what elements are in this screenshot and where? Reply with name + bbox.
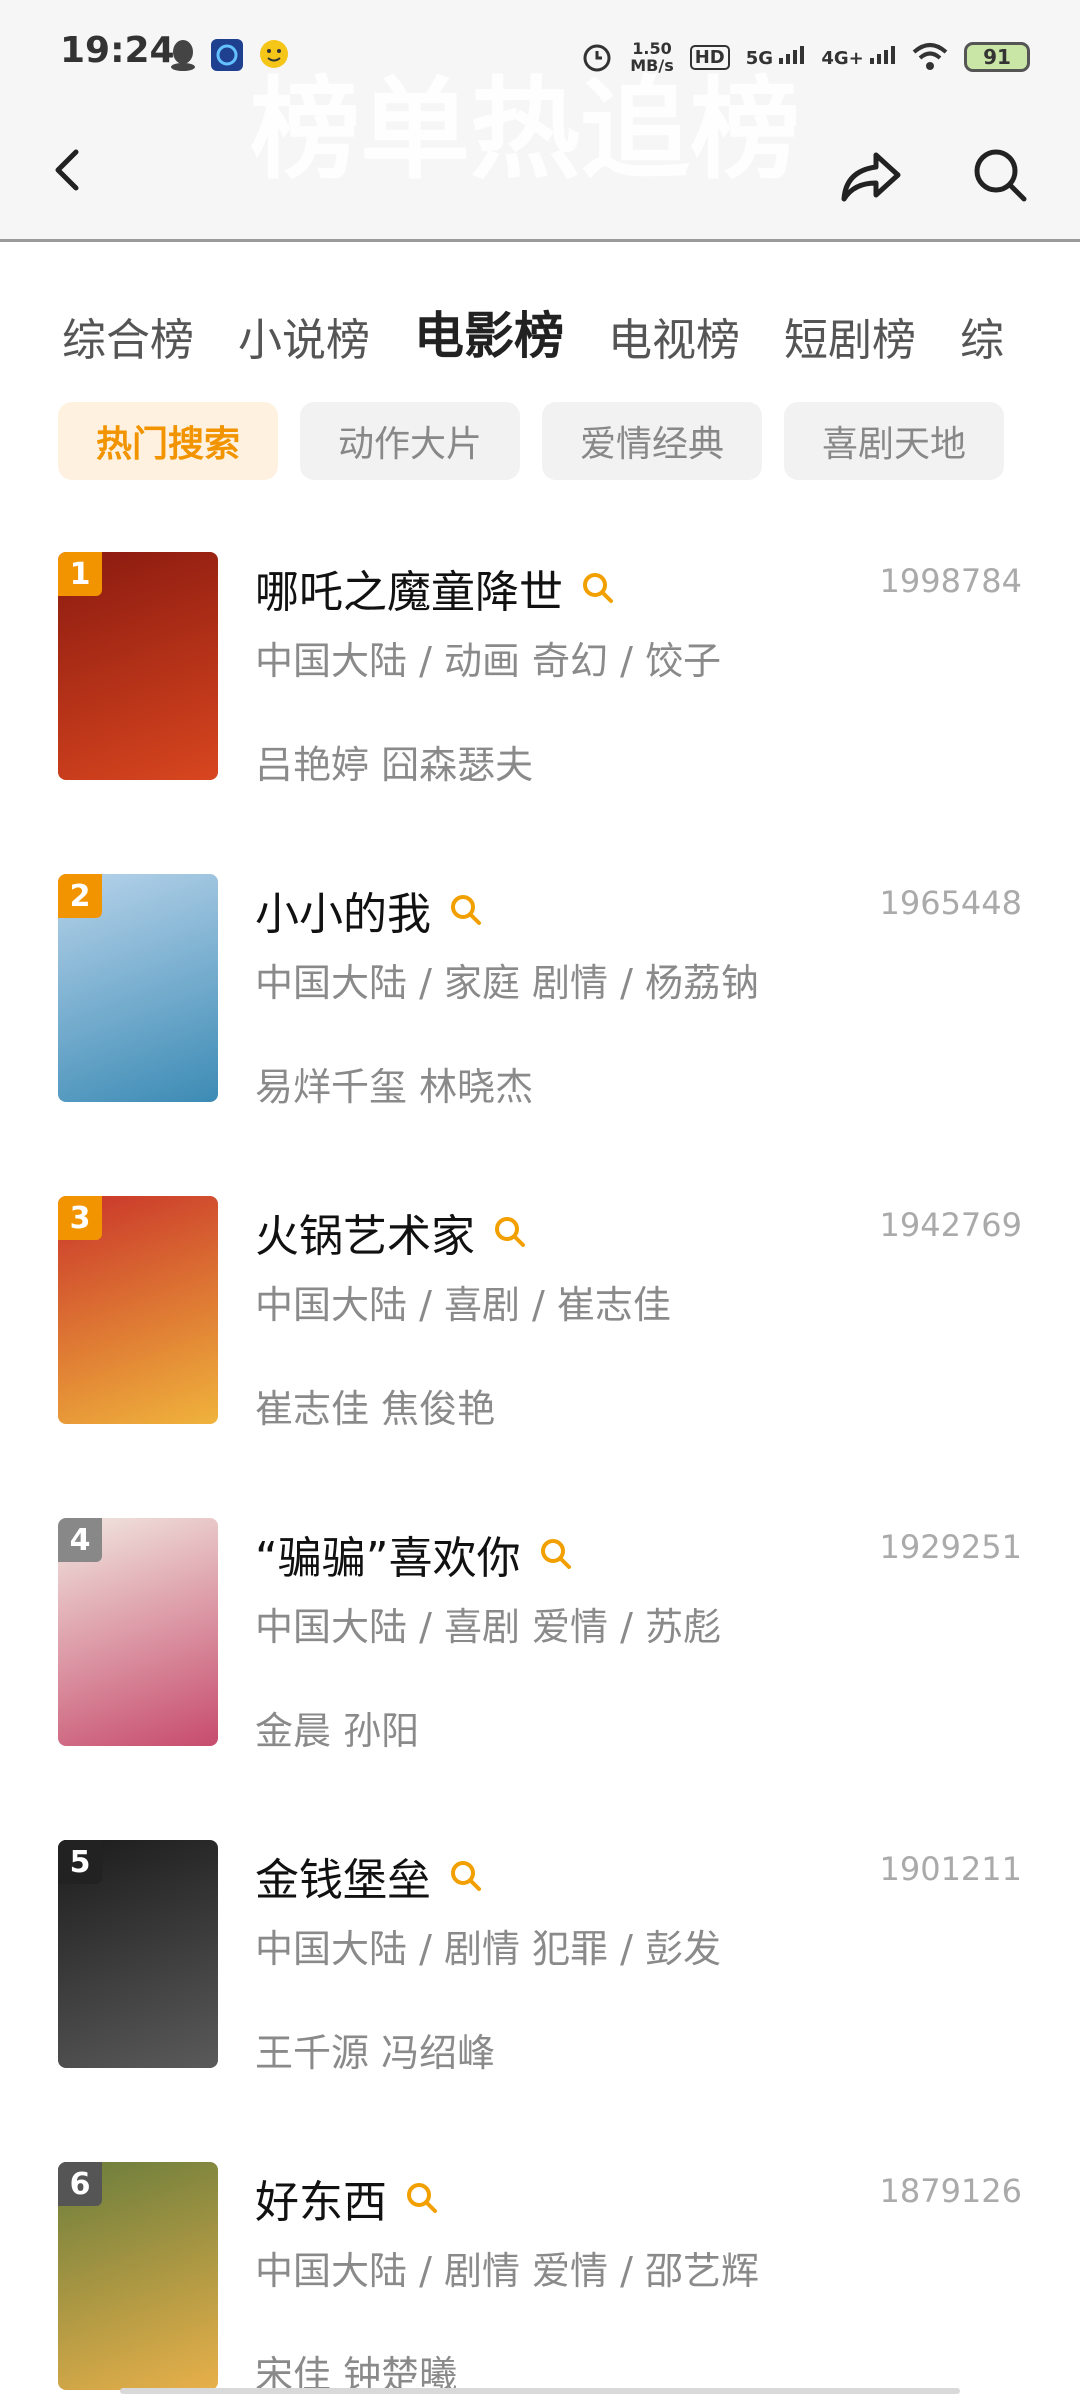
tab-category[interactable]: 小说榜	[238, 304, 370, 366]
filter-chip[interactable]: 动作大片	[300, 402, 520, 480]
tab-category[interactable]: 电影榜	[414, 296, 564, 366]
list-item[interactable]: 5 金钱堡垒 1901211 中国大陆 / 剧情 犯罪 / 彭发 王千源 冯绍峰	[0, 1840, 1080, 2162]
movie-ranking-list: 1 哪吒之魔童降世 1998784 中国大陆 / 动画 奇幻 / 饺子 吕艳婷 囧森瑟夫…	[0, 552, 1080, 2400]
title-line: 好东西	[255, 2166, 439, 2230]
battery-indicator: 91	[964, 42, 1030, 72]
movie-cast: 王千源 冯绍峰	[255, 2031, 496, 2075]
movie-meta: 中国大陆 / 动画 奇幻 / 饺子	[255, 639, 722, 683]
list-item[interactable]: 1 哪吒之魔童降世 1998784 中国大陆 / 动画 奇幻 / 饺子 吕艳婷 囧森瑟夫	[0, 552, 1080, 874]
hd-badge: HD	[689, 44, 730, 70]
tab-category[interactable]: 短剧榜	[784, 304, 916, 366]
movie-poster[interactable]: 2	[58, 874, 218, 1102]
title-line: “骗骗”喜欢你	[255, 1522, 573, 1586]
hot-score: 1998784	[879, 562, 1022, 600]
movie-cast: 易烊千玺 林晓杰	[255, 1065, 534, 1109]
movie-title[interactable]: 火锅艺术家	[255, 1200, 475, 1264]
hot-score: 1879126	[879, 2172, 1022, 2210]
tab-category[interactable]: 综合榜	[62, 304, 194, 366]
network-speed: 1.50 MB/s	[630, 39, 674, 75]
movie-meta: 中国大陆 / 家庭 剧情 / 杨荔钠	[255, 961, 760, 1005]
title-line: 金钱堡垒	[255, 1844, 483, 1908]
qq-icon	[171, 40, 195, 71]
movie-poster[interactable]: 1	[58, 552, 218, 780]
rank-badge: 6	[58, 2162, 102, 2206]
app-notification-icon	[211, 39, 243, 71]
hot-score: 1965448	[879, 884, 1022, 922]
app-header: 19:24 榜单热追榜 1.50 MB/s HD 5G 4G+ 91	[0, 0, 1080, 242]
title-line: 小小的我	[255, 878, 483, 942]
rank-badge: 4	[58, 1518, 102, 1562]
list-item[interactable]: 6 好东西 1879126 中国大陆 / 剧情 爱情 / 邵艺辉 宋佳 钟楚曦	[0, 2162, 1080, 2400]
movie-meta: 中国大陆 / 剧情 爱情 / 邵艺辉	[255, 2249, 760, 2293]
movie-title[interactable]: 好东西	[255, 2166, 387, 2230]
movie-title[interactable]: 金钱堡垒	[255, 1844, 431, 1908]
hot-score: 1901211	[879, 1850, 1022, 1888]
search-icon[interactable]	[581, 571, 615, 605]
movie-poster[interactable]: 3	[58, 1196, 218, 1424]
rank-badge: 3	[58, 1196, 102, 1240]
signal-icon	[779, 45, 805, 64]
movie-title[interactable]: 哪吒之魔童降世	[255, 556, 563, 620]
movie-meta: 中国大陆 / 喜剧 爱情 / 苏彪	[255, 1605, 722, 1649]
network-5g: 5G	[746, 45, 806, 69]
filter-chip[interactable]: 热门搜索	[58, 402, 278, 480]
movie-poster[interactable]: 5	[58, 1840, 218, 2068]
status-bar: 19:24 榜单热追榜 1.50 MB/s HD 5G 4G+ 91	[0, 0, 1080, 194]
movie-cast: 吕艳婷 囧森瑟夫	[255, 743, 534, 787]
rank-badge: 2	[58, 874, 102, 918]
tab-category[interactable]: 电视榜	[608, 304, 740, 366]
search-icon[interactable]	[449, 1859, 483, 1893]
movie-poster[interactable]: 6	[58, 2162, 218, 2390]
movie-meta: 中国大陆 / 喜剧 / 崔志佳	[255, 1283, 671, 1327]
signal-icon	[870, 45, 895, 64]
search-icon[interactable]	[539, 1537, 573, 1571]
filter-chip[interactable]: 喜剧天地	[784, 402, 1004, 480]
list-item[interactable]: 3 火锅艺术家 1942769 中国大陆 / 喜剧 / 崔志佳 崔志佳 焦俊艳	[0, 1196, 1080, 1518]
search-icon[interactable]	[405, 2181, 439, 2215]
movie-poster[interactable]: 4	[58, 1518, 218, 1746]
status-time: 19:24	[60, 30, 175, 71]
search-icon[interactable]	[493, 1215, 527, 1249]
search-button[interactable]	[970, 145, 1030, 205]
list-item[interactable]: 2 小小的我 1965448 中国大陆 / 家庭 剧情 / 杨荔钠 易烊千玺 林晓杰	[0, 874, 1080, 1196]
tab-category[interactable]: 综	[960, 304, 1004, 366]
filter-chip[interactable]: 爱情经典	[542, 402, 762, 480]
title-line: 火锅艺术家	[255, 1200, 527, 1264]
rank-badge: 5	[58, 1840, 102, 1884]
category-tabs: 综合榜 小说榜 电影榜 电视榜 短剧榜综	[62, 296, 1080, 366]
rank-badge: 1	[58, 552, 102, 596]
hot-score: 1942769	[879, 1206, 1022, 1244]
alarm-icon	[583, 44, 611, 72]
back-button[interactable]	[40, 140, 90, 200]
wifi-icon	[912, 43, 948, 70]
network-4g: 4G+	[821, 45, 896, 69]
title-line: 哪吒之魔童降世	[255, 556, 615, 620]
movie-cast: 金晨 孙阳	[255, 1709, 420, 1753]
search-icon[interactable]	[449, 893, 483, 927]
movie-title[interactable]: “骗骗”喜欢你	[255, 1522, 521, 1586]
movie-meta: 中国大陆 / 剧情 犯罪 / 彭发	[255, 1927, 722, 1971]
hot-score: 1929251	[879, 1528, 1022, 1566]
home-indicator[interactable]	[120, 2388, 960, 2394]
movie-cast: 崔志佳 焦俊艳	[255, 1387, 496, 1431]
list-item[interactable]: 4 “骗骗”喜欢你 1929251 中国大陆 / 喜剧 爱情 / 苏彪 金晨 孙阳	[0, 1518, 1080, 1840]
movie-title[interactable]: 小小的我	[255, 878, 431, 942]
share-button[interactable]	[838, 145, 904, 205]
filter-chips: 热门搜索 动作大片 爱情经典 喜剧天地	[58, 402, 1004, 480]
status-icons: 1.50 MB/s HD 5G 4G+ 91	[580, 32, 1030, 82]
